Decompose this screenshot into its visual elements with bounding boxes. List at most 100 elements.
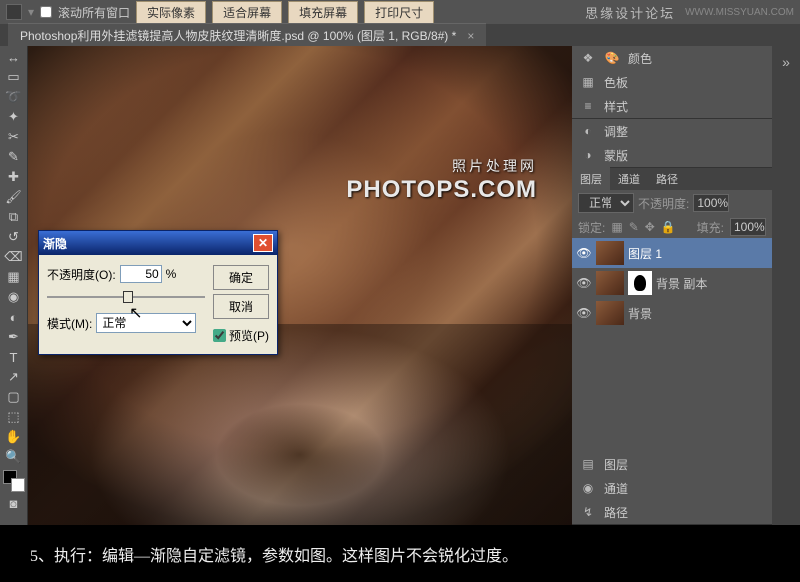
tab-channels[interactable]: 通道 <box>610 167 648 191</box>
palette-icon: 🎨 <box>604 50 620 66</box>
brush-tool-icon[interactable]: 🖌 <box>3 188 25 206</box>
lasso-tool-icon[interactable]: ➰ <box>3 88 25 106</box>
blend-mode-select[interactable]: 正常 <box>578 193 634 213</box>
layer-options: 正常 不透明度: 100% <box>572 190 772 216</box>
fit-screen-button[interactable]: 适合屏幕 <box>212 1 282 24</box>
panel-row[interactable]: ❖🎨颜色 <box>572 46 772 70</box>
quickmask-icon[interactable]: ◙ <box>3 494 25 512</box>
marquee-tool-icon[interactable]: ▭ <box>3 68 25 86</box>
path-tool-icon[interactable]: ↗ <box>3 368 25 386</box>
dodge-tool-icon[interactable]: ◐ <box>3 308 25 326</box>
style-icon: ≡ <box>580 98 596 114</box>
tab-paths[interactable]: 路径 <box>648 167 686 191</box>
mode-select[interactable]: 正常 <box>96 313 196 333</box>
pen-tool-icon[interactable]: ✒ <box>3 328 25 346</box>
actual-pixels-button[interactable]: 实际像素 <box>136 1 206 24</box>
layer-name: 背景 副本 <box>656 275 707 292</box>
tab-layers[interactable]: 图层 <box>572 167 610 191</box>
layer-thumb <box>596 241 624 265</box>
visibility-icon[interactable]: 👁 <box>576 276 592 290</box>
dialog-titlebar[interactable]: 渐隐 ✕ <box>39 231 277 255</box>
swatch-icon: ▦ <box>580 74 596 90</box>
panel-row[interactable]: ▤图层 <box>572 452 772 476</box>
type-tool-icon[interactable]: T <box>3 348 25 366</box>
panel-tab-strip: » <box>772 46 800 525</box>
layer-name: 背景 <box>628 305 652 322</box>
slider-handle[interactable] <box>123 291 133 303</box>
scroll-all-checkbox[interactable] <box>40 6 52 18</box>
layer-row[interactable]: 👁 背景 <box>572 298 772 328</box>
options-left: ▾ 滚动所有窗口 实际像素 适合屏幕 填充屏幕 打印尺寸 <box>6 1 434 24</box>
hand-tool-icon[interactable] <box>6 4 22 20</box>
wand-tool-icon[interactable]: ✦ <box>3 108 25 126</box>
mask-icon: ◑ <box>580 147 596 163</box>
shape-tool-icon[interactable]: ▢ <box>3 388 25 406</box>
layers-tabs: 图层 通道 路径 <box>572 168 772 190</box>
lock-trans-icon[interactable]: ▦ <box>611 220 622 234</box>
close-button[interactable]: ✕ <box>253 234 273 252</box>
mode-row: 模式(M): 正常 <box>47 313 205 333</box>
options-bar: ▾ 滚动所有窗口 实际像素 适合屏幕 填充屏幕 打印尺寸 思缘设计论坛 WWW.… <box>0 0 800 24</box>
stamp-tool-icon[interactable]: ⧉ <box>3 208 25 226</box>
panel-row[interactable]: ◉通道 <box>572 476 772 500</box>
crop-tool-icon[interactable]: ✂ <box>3 128 25 146</box>
percent-label: % <box>166 267 177 281</box>
opacity-value[interactable]: 100% <box>693 194 729 212</box>
adjust-icon: ◐ <box>580 123 596 139</box>
layer-locks: 锁定: ▦ ✎ ✥ 🔒 填充: 100% <box>572 216 772 238</box>
fill-screen-button[interactable]: 填充屏幕 <box>288 1 358 24</box>
cancel-button[interactable]: 取消 <box>213 294 269 319</box>
scroll-all-label: 滚动所有窗口 <box>58 4 130 21</box>
color-swatch[interactable] <box>3 470 25 492</box>
visibility-icon[interactable]: 👁 <box>576 246 592 260</box>
layer-mask <box>628 271 652 295</box>
layer-row[interactable]: 👁图层 1 <box>572 238 772 268</box>
dialog-right: 确定 取消 预览(P) <box>213 265 269 344</box>
mode-label: 模式(M): <box>47 315 92 332</box>
panel-row[interactable]: ↯路径 <box>572 500 772 524</box>
preview-input[interactable] <box>213 329 226 342</box>
opacity-input[interactable] <box>120 265 162 283</box>
toolbox: ↔ ▭ ➰ ✦ ✂ ✎ ✚ 🖌 ⧉ ↺ ⌫ ▦ ◉ ◐ ✒ T ↗ ▢ ⬚ ✋ … <box>0 46 28 525</box>
document-tabs: Photoshop利用外挂滤镜提高人物皮肤纹理清晰度.psd @ 100% (图… <box>0 24 800 46</box>
layer-thumb <box>596 271 624 295</box>
eyedropper-tool-icon[interactable]: ✎ <box>3 148 25 166</box>
lock-all-icon[interactable]: 🔒 <box>661 220 676 234</box>
background-color[interactable] <box>11 478 25 492</box>
fill-value[interactable]: 100% <box>730 218 766 236</box>
blur-tool-icon[interactable]: ◉ <box>3 288 25 306</box>
gradient-tool-icon[interactable]: ▦ <box>3 268 25 286</box>
print-size-button[interactable]: 打印尺寸 <box>364 1 434 24</box>
watermark-cn: 照片处理网 <box>346 156 537 176</box>
panel-content: ❖🎨颜色 ▦色板 ≡样式 ◐调整 ◑蒙版 图层 通道 路径 正常 不透明度: 1… <box>572 46 772 525</box>
zoom-tool-icon[interactable]: 🔍 <box>3 448 25 466</box>
forum-watermark: 思缘设计论坛 <box>585 3 675 22</box>
dialog-title: 渐隐 <box>43 235 67 252</box>
fade-dialog: 渐隐 ✕ 不透明度(O): % ↖ 模式(M): 正常 确 <box>38 230 278 355</box>
visibility-icon[interactable]: 👁 <box>576 306 592 320</box>
3d-tool-icon[interactable]: ⬚ <box>3 408 25 426</box>
document-tab[interactable]: Photoshop利用外挂滤镜提高人物皮肤纹理清晰度.psd @ 100% (图… <box>8 23 486 47</box>
heal-tool-icon[interactable]: ✚ <box>3 168 25 186</box>
color-group: ❖🎨颜色 ▦色板 ≡样式 <box>572 46 772 119</box>
close-icon[interactable]: × <box>467 29 474 43</box>
hand-tool-icon2[interactable]: ✋ <box>3 428 25 446</box>
lock-move-icon[interactable]: ✥ <box>645 220 655 234</box>
panel-row[interactable]: ▦色板 <box>572 70 772 94</box>
forum-url: WWW.MISSYUAN.COM <box>685 7 794 18</box>
ok-button[interactable]: 确定 <box>213 265 269 290</box>
preview-checkbox[interactable]: 预览(P) <box>213 327 269 344</box>
panel-row[interactable]: ≡样式 <box>572 94 772 118</box>
collapse-icon[interactable]: » <box>775 52 797 72</box>
opacity-slider[interactable]: ↖ <box>47 289 205 305</box>
eraser-tool-icon[interactable]: ⌫ <box>3 248 25 266</box>
panel-row[interactable]: ◑蒙版 <box>572 143 772 167</box>
layer-row[interactable]: 👁 背景 副本 <box>572 268 772 298</box>
move-tool-icon[interactable]: ↔ <box>3 48 25 66</box>
bottom-group: ▤图层 ◉通道 ↯路径 <box>572 452 772 525</box>
history-brush-icon[interactable]: ↺ <box>3 228 25 246</box>
lock-paint-icon[interactable]: ✎ <box>629 220 639 234</box>
opacity-row: 不透明度(O): % <box>47 265 205 283</box>
photoshop-window: ▾ 滚动所有窗口 实际像素 适合屏幕 填充屏幕 打印尺寸 思缘设计论坛 WWW.… <box>0 0 800 525</box>
panel-row[interactable]: ◐调整 <box>572 119 772 143</box>
